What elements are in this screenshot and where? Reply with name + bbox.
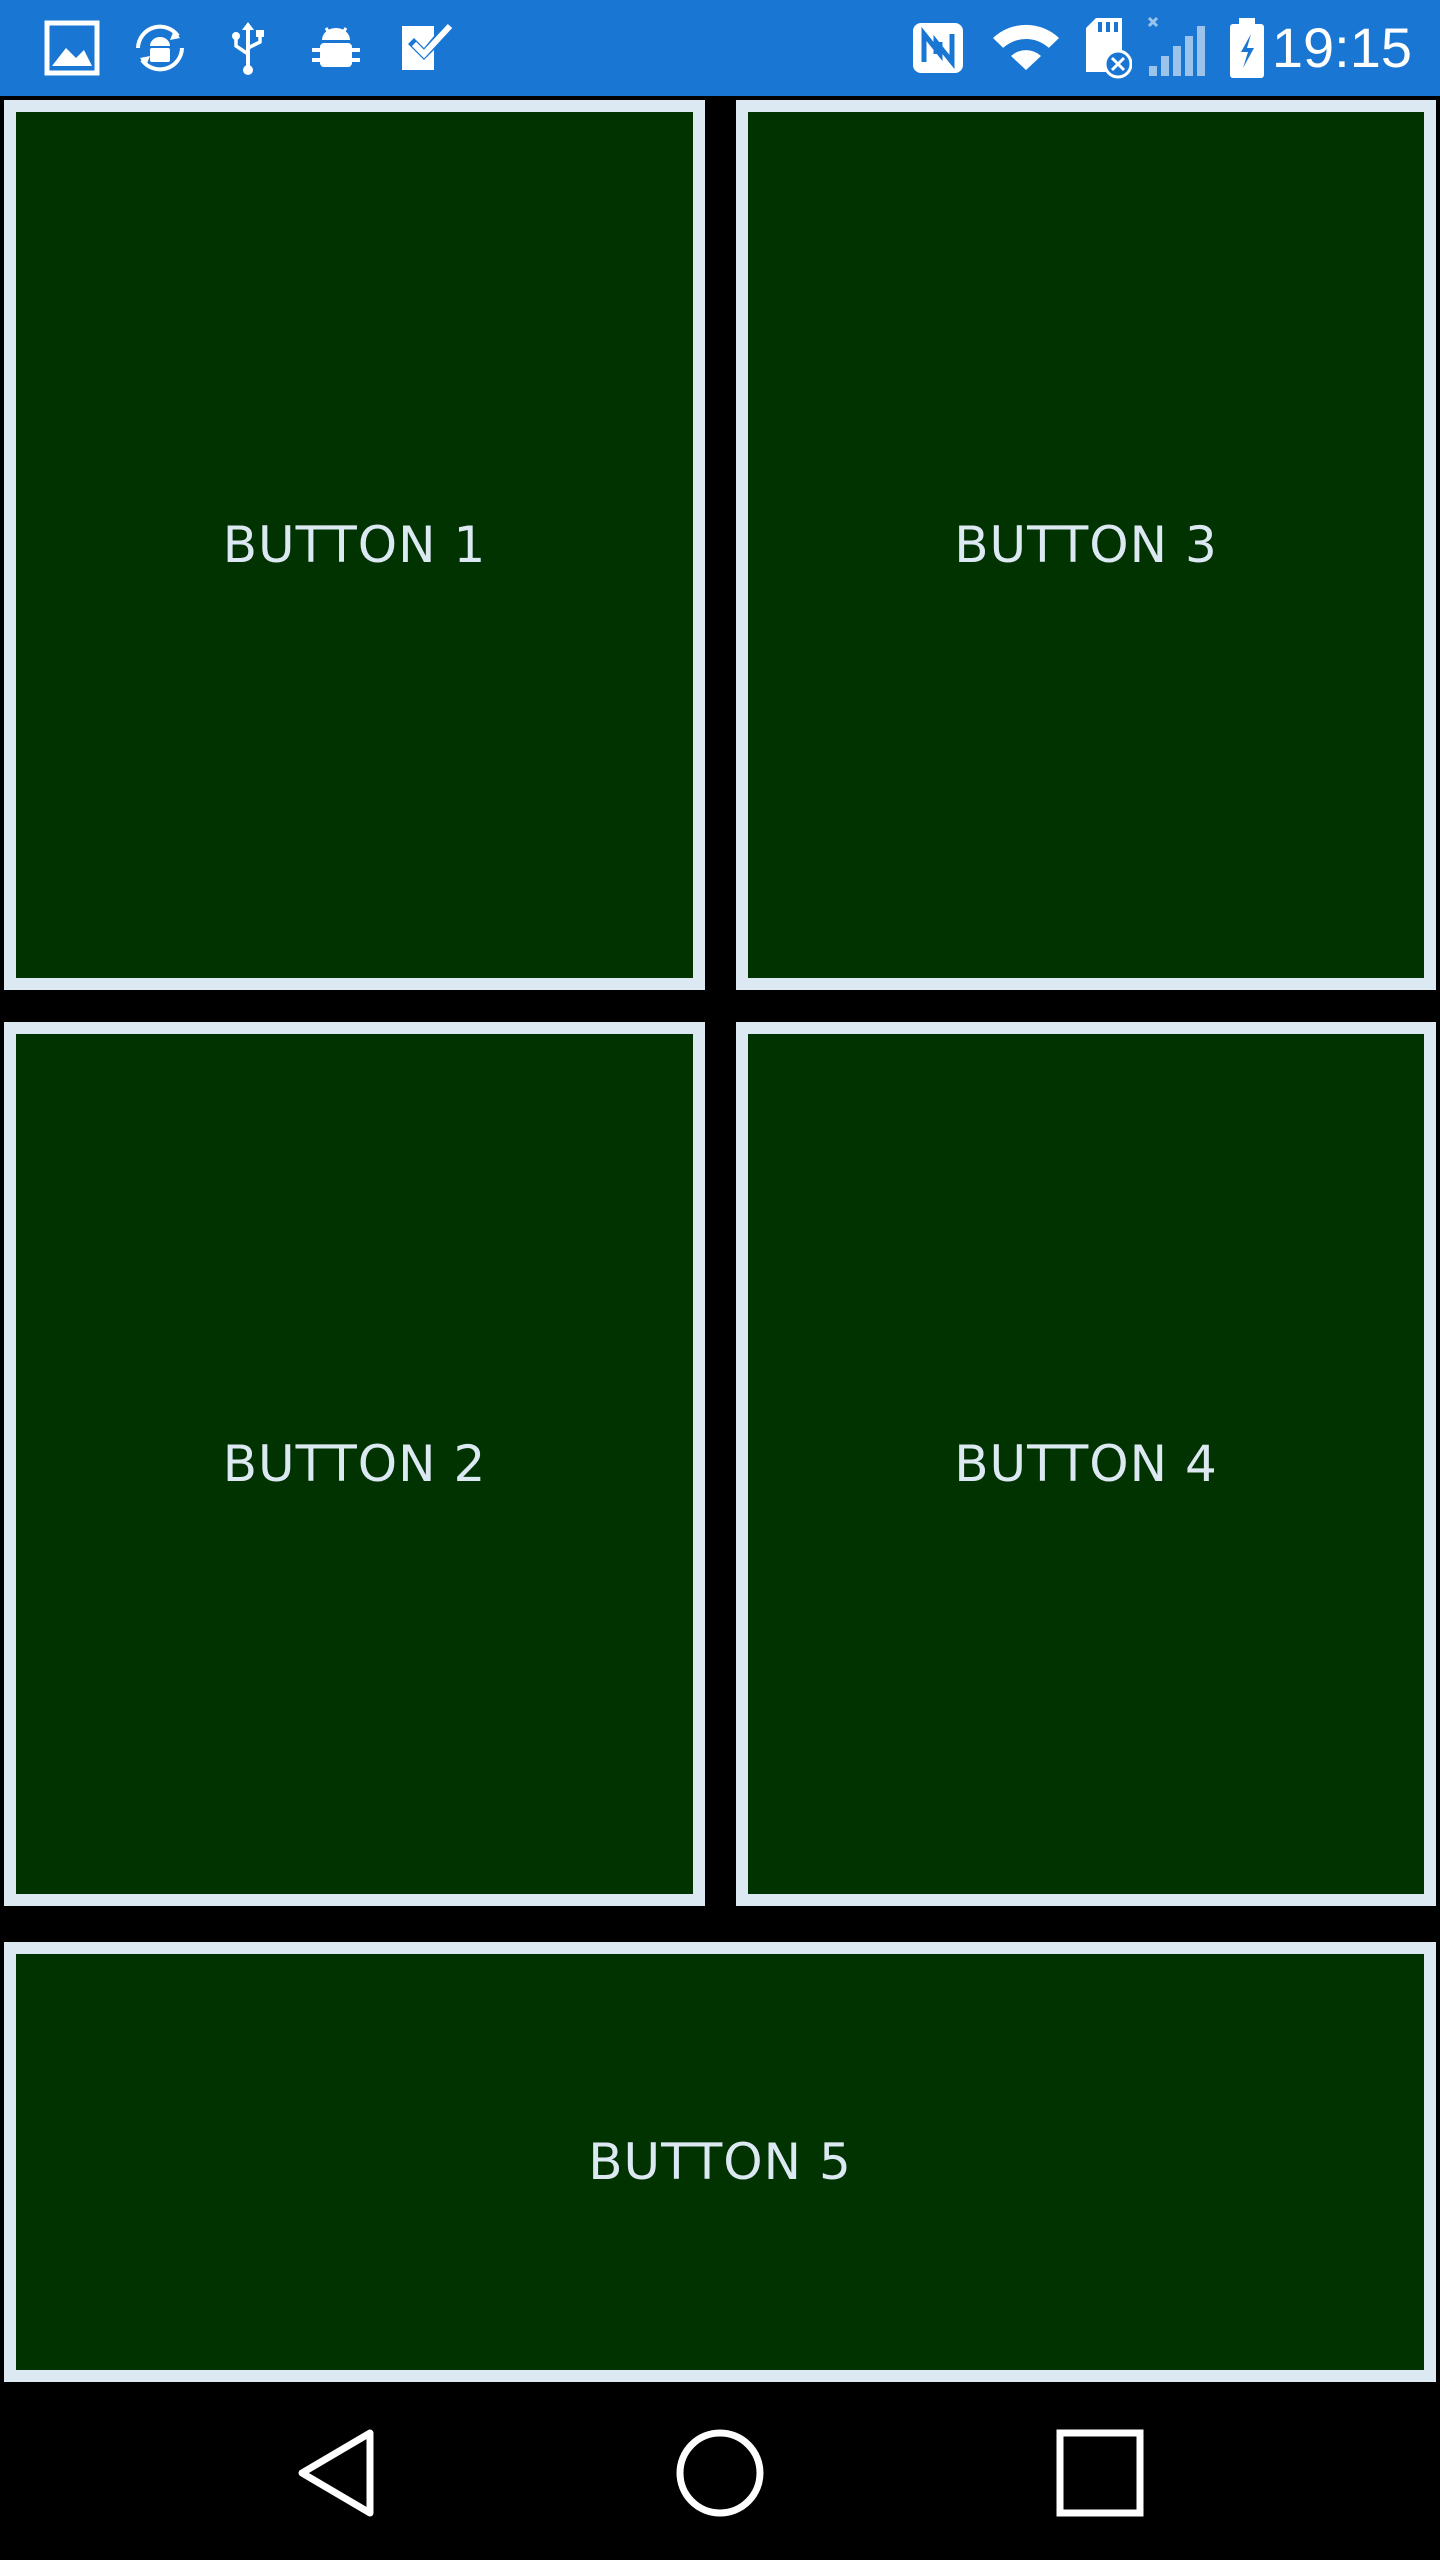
sd-card-error-icon [1080,16,1136,80]
task-check-icon [394,16,458,80]
gallery-icon [40,16,104,80]
debug-bug-icon [304,16,368,80]
usb-icon [220,16,276,80]
status-time: 19:15 [1271,16,1412,79]
battery-charging-icon [1224,16,1270,80]
recents-icon[interactable] [1040,2413,1160,2533]
wifi-icon [990,16,1062,80]
button-4[interactable]: BUTTON 4 [736,1022,1436,1906]
navigation-bar [0,2386,1440,2560]
button-grid: BUTTON 1 BUTTON 3 BUTTON 2 BUTTON 4 BUTT… [0,96,1440,2386]
android-sync-icon [128,16,192,80]
button-2[interactable]: BUTTON 2 [4,1022,705,1906]
button-5[interactable]: BUTTON 5 [4,1942,1436,2382]
status-bar: 19:15 [0,0,1440,96]
home-icon[interactable] [660,2413,780,2533]
nfc-icon [906,16,970,80]
button-1[interactable]: BUTTON 1 [4,100,705,990]
signal-no-service-icon [1144,16,1210,80]
button-3[interactable]: BUTTON 3 [736,100,1436,990]
back-icon[interactable] [280,2413,400,2533]
